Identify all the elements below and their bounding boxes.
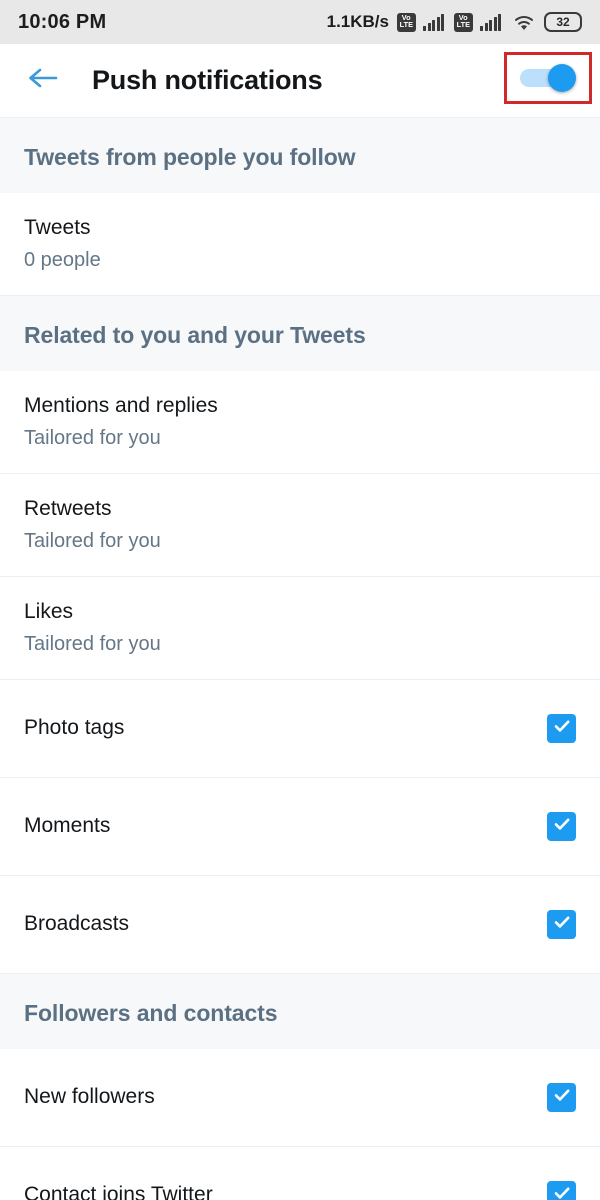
row-text: New followers bbox=[24, 1086, 155, 1108]
battery-level-text: 32 bbox=[556, 15, 570, 29]
volte-icon: Vo LTE bbox=[454, 12, 473, 32]
row-title: Moments bbox=[24, 814, 111, 838]
volte-icon: Vo LTE bbox=[397, 12, 416, 32]
volte-icon-bottom-label: LTE bbox=[399, 22, 414, 29]
settings-row[interactable]: Tweets 0 people bbox=[0, 193, 600, 296]
settings-row[interactable]: Mentions and replies Tailored for you bbox=[0, 371, 600, 474]
row-subtitle: 0 people bbox=[24, 248, 101, 271]
row-checkbox[interactable] bbox=[547, 714, 576, 743]
settings-row[interactable]: New followers bbox=[0, 1049, 600, 1147]
settings-row[interactable]: Likes Tailored for you bbox=[0, 577, 600, 680]
row-title: Contact joins Twitter bbox=[24, 1183, 213, 1200]
wifi-icon bbox=[513, 14, 535, 31]
settings-row[interactable]: Retweets Tailored for you bbox=[0, 474, 600, 577]
row-title: Tweets bbox=[24, 216, 91, 240]
row-title: Photo tags bbox=[24, 716, 125, 740]
toggle-thumb bbox=[548, 64, 576, 92]
row-checkbox[interactable] bbox=[547, 1181, 576, 1200]
row-checkbox[interactable] bbox=[547, 1083, 576, 1112]
row-checkbox[interactable] bbox=[547, 812, 576, 841]
section-header: Followers and contacts bbox=[0, 974, 600, 1049]
row-checkbox[interactable] bbox=[547, 910, 576, 939]
row-text: Photo tags bbox=[24, 717, 124, 739]
settings-row[interactable]: Moments bbox=[0, 778, 600, 876]
settings-list: Tweets from people you follow Tweets 0 peo… bbox=[0, 118, 600, 1200]
check-icon bbox=[552, 814, 572, 839]
status-bar: 10:06 PM 1.1KB/s Vo LTE Vo LTE 32 bbox=[0, 0, 600, 44]
row-title: Likes bbox=[24, 600, 74, 624]
row-text: Moments bbox=[24, 815, 110, 837]
row-title: Broadcasts bbox=[24, 912, 130, 936]
network-speed-text: 1.1KB/s bbox=[326, 12, 389, 31]
settings-row[interactable]: Contact joins Twitter bbox=[0, 1147, 600, 1200]
check-icon bbox=[552, 1183, 572, 1200]
row-title: Mentions and replies bbox=[24, 394, 218, 418]
volte-icon-top-label: Vo bbox=[402, 15, 411, 22]
push-notifications-master-toggle[interactable] bbox=[504, 52, 592, 104]
battery-icon: 32 bbox=[544, 12, 582, 32]
row-title: Retweets bbox=[24, 497, 112, 521]
status-icons: 1.1KB/s Vo LTE Vo LTE 32 bbox=[327, 12, 582, 32]
row-text: Retweets Tailored for you bbox=[24, 498, 161, 551]
row-subtitle: Tailored for you bbox=[24, 426, 161, 449]
row-text: Tweets 0 people bbox=[24, 217, 101, 270]
row-text: Contact joins Twitter bbox=[24, 1184, 213, 1200]
section-header-title: Related to you and your Tweets bbox=[24, 322, 366, 348]
check-icon bbox=[552, 912, 572, 937]
check-icon bbox=[552, 716, 572, 741]
page-title: Push notifications bbox=[92, 65, 323, 95]
signal-bars-icon bbox=[423, 13, 444, 31]
section-header-title: Tweets from people you follow bbox=[24, 144, 356, 170]
check-icon bbox=[552, 1085, 572, 1110]
volte-icon-top-label: Vo bbox=[459, 15, 468, 22]
row-title: New followers bbox=[24, 1085, 155, 1109]
row-text: Likes Tailored for you bbox=[24, 601, 161, 654]
section-header: Tweets from people you follow bbox=[0, 118, 600, 193]
section-header: Related to you and your Tweets bbox=[0, 296, 600, 371]
row-text: Broadcasts bbox=[24, 913, 129, 935]
settings-row[interactable]: Photo tags bbox=[0, 680, 600, 778]
signal-bars-icon bbox=[480, 13, 501, 31]
app-bar: Push notifications bbox=[0, 44, 600, 118]
settings-row[interactable]: Broadcasts bbox=[0, 876, 600, 974]
back-button[interactable] bbox=[12, 50, 74, 112]
row-text: Mentions and replies Tailored for you bbox=[24, 395, 218, 448]
phone-screen: 10:06 PM 1.1KB/s Vo LTE Vo LTE 32 Push n… bbox=[0, 0, 600, 1200]
arrow-left-icon bbox=[25, 63, 61, 98]
toggle-switch[interactable] bbox=[520, 64, 576, 92]
row-subtitle: Tailored for you bbox=[24, 529, 161, 552]
volte-icon-bottom-label: LTE bbox=[456, 22, 471, 29]
section-header-title: Followers and contacts bbox=[24, 1000, 278, 1026]
status-time: 10:06 PM bbox=[18, 10, 107, 33]
row-subtitle: Tailored for you bbox=[24, 632, 161, 655]
